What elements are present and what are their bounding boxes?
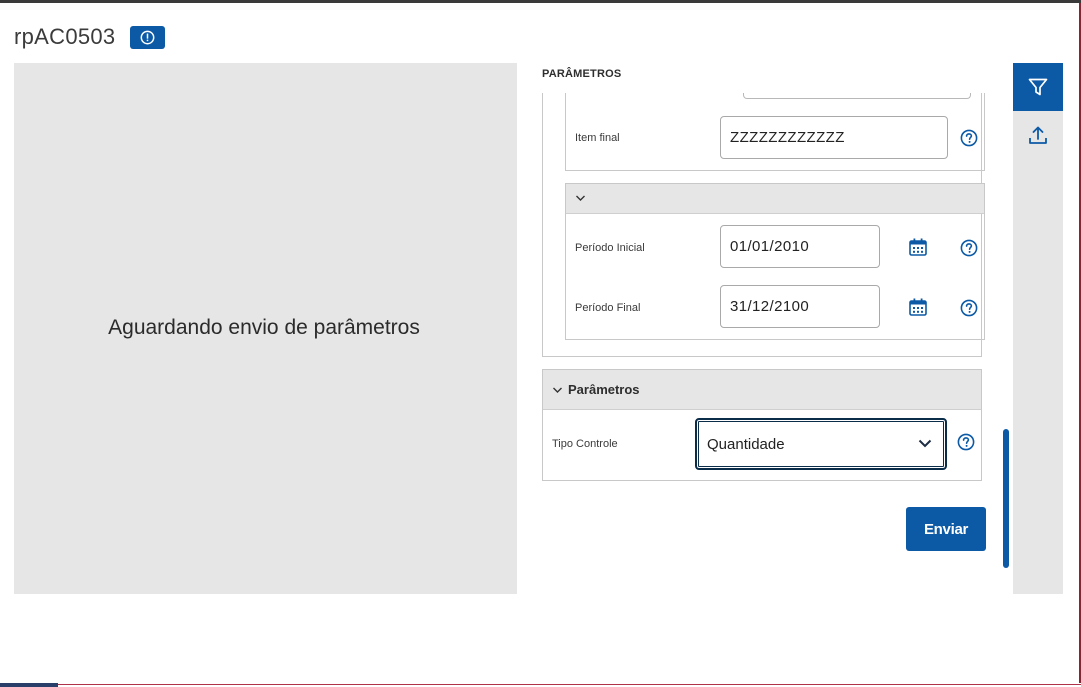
periodo-inicial-label: Período Inicial — [575, 242, 645, 254]
upload-icon — [1029, 126, 1047, 144]
window-bottom-border — [0, 684, 1081, 685]
calendar-icon[interactable] — [908, 297, 928, 317]
parameters-form: Item final ZZZZZZZZZZZZ Período Inicial … — [530, 63, 1010, 594]
parametros-group-title: Parâmetros — [568, 382, 640, 397]
item-final-label: Item final — [575, 132, 620, 144]
parametros-group: Parâmetros Tipo Controle Quantidade — [542, 369, 982, 481]
item-final-input[interactable]: ZZZZZZZZZZZZ — [720, 116, 948, 159]
filter-icon — [1028, 78, 1048, 96]
period-group: Período Inicial 01/01/2010 Período Final — [565, 183, 985, 340]
help-icon[interactable] — [960, 129, 978, 147]
enviar-button[interactable]: Enviar — [906, 507, 986, 551]
periodo-final-input[interactable]: 31/12/2100 — [720, 285, 880, 328]
calendar-icon[interactable] — [908, 237, 928, 257]
tipo-controle-select[interactable]: Quantidade — [695, 418, 947, 470]
tipo-controle-label: Tipo Controle — [552, 438, 618, 450]
info-circle-icon — [141, 30, 155, 44]
page-title: rpAC0503 — [14, 24, 116, 49]
chevron-down-icon — [553, 387, 562, 393]
period-group-toggle[interactable] — [566, 184, 984, 214]
taskbar-fragment — [0, 683, 58, 687]
section-header-label: PARÂMETROS — [542, 68, 622, 80]
side-rail — [1013, 63, 1063, 594]
parametros-group-toggle[interactable]: Parâmetros — [543, 370, 981, 410]
title-row: rpAC0503 — [14, 22, 166, 52]
help-icon[interactable] — [960, 239, 978, 257]
chevron-down-icon — [918, 439, 932, 448]
periodo-final-label: Período Final — [575, 302, 641, 314]
report-preview-panel: Aguardando envio de parâmetros — [14, 63, 517, 594]
form-scrollbar[interactable] — [1003, 429, 1009, 568]
tipo-controle-selected-value: Quantidade — [707, 435, 785, 453]
chevron-down-icon — [576, 195, 585, 201]
window-top-border — [0, 0, 1081, 3]
info-button[interactable] — [130, 25, 166, 49]
help-icon[interactable] — [960, 299, 978, 317]
help-icon[interactable] — [957, 433, 975, 451]
section-header: PARÂMETROS — [530, 63, 990, 93]
periodo-inicial-input[interactable]: 01/01/2010 — [720, 225, 880, 268]
preview-status-message: Aguardando envio de parâmetros — [108, 316, 420, 339]
upload-button[interactable] — [1013, 111, 1063, 159]
selection-group: Item final ZZZZZZZZZZZZ Período Inicial … — [542, 63, 985, 357]
filter-button[interactable] — [1013, 63, 1063, 111]
